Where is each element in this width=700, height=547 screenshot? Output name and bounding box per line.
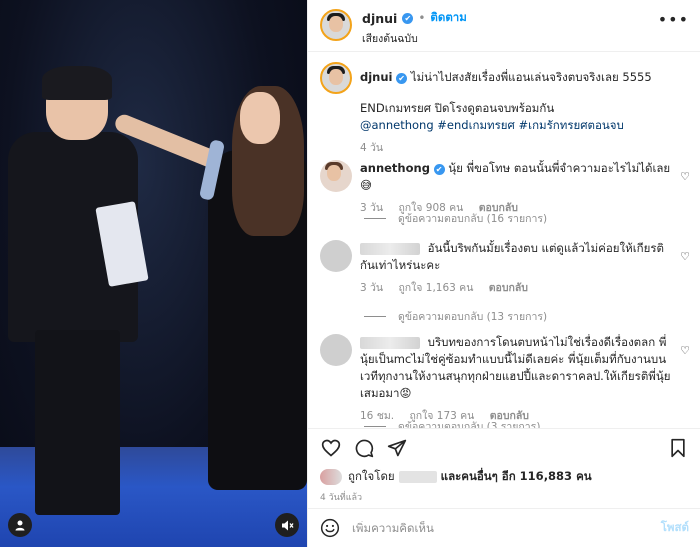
liked-by-count[interactable]: และคนอื่นๆ อีก 116,883 คน (441, 468, 592, 486)
commenter-avatar[interactable] (320, 334, 352, 366)
comment-button[interactable] (353, 437, 375, 459)
caption-line1: ไม่น่าไปสงสัยเรื่องพี่แอนเล่นจริงตบจริงเ… (410, 70, 652, 84)
view-replies-button[interactable]: ดูข้อความตอบกลับ (13 รายการ) (364, 308, 547, 325)
bookmark-icon (671, 438, 685, 458)
comment-time[interactable]: 3 วัน (360, 282, 383, 294)
post-panel: djnui ✔ • ติดตาม เสียงต้นฉบับ ••• djnui … (307, 0, 700, 547)
comment-likes[interactable]: ถูกใจ 1,163 คน (398, 282, 473, 294)
share-button[interactable] (386, 437, 408, 459)
caption-avatar[interactable] (320, 62, 352, 94)
verified-badge-icon: ✔ (433, 164, 445, 175)
commenter-avatar[interactable] (320, 240, 352, 272)
heart-icon: ♡ (680, 344, 690, 357)
comment-input[interactable] (352, 521, 661, 535)
commenter-username[interactable]: annethong (360, 161, 430, 175)
post-header: djnui ✔ • ติดตาม เสียงต้นฉบับ ••• (308, 0, 700, 52)
caption-line2: ENDเกมทรยศ ปิดโรงดูตอนจบพร้อมกัน (360, 101, 555, 115)
audio-label[interactable]: เสียงต้นฉบับ (362, 30, 467, 47)
blurred-username (360, 242, 420, 255)
follow-button[interactable]: ติดตาม (430, 9, 466, 27)
view-replies-button[interactable]: ดูข้อความตอบกลับ (16 รายการ) (364, 210, 547, 227)
woman-face (240, 92, 280, 144)
comment-like-button[interactable]: ♡ (680, 344, 690, 357)
man-legs (35, 330, 120, 515)
view-replies-label: ดูข้อความตอบกลับ (3 รายการ) (398, 421, 541, 428)
view-replies-label: ดูข้อความตอบกลับ (13 รายการ) (398, 311, 548, 323)
commenter-avatar[interactable] (320, 160, 352, 192)
caption-username[interactable]: djnui (360, 70, 393, 84)
author-username[interactable]: djnui (362, 11, 397, 26)
reply-button[interactable]: ตอบกลับ (489, 282, 528, 294)
caption-time[interactable]: 4 วัน (360, 142, 383, 154)
liker-avatars (320, 469, 342, 485)
divider (364, 218, 386, 219)
heart-icon: ♡ (680, 250, 690, 263)
comment-icon (355, 439, 374, 458)
heart-icon: ♡ (680, 170, 690, 183)
author-avatar[interactable] (320, 9, 352, 41)
person-icon (15, 520, 25, 531)
view-replies-button[interactable]: ดูข้อความตอบกลับ (3 รายการ) (364, 418, 540, 428)
heart-icon (321, 439, 341, 457)
separator: • (418, 11, 426, 25)
post-comment-button[interactable]: โพสต์ (661, 519, 689, 537)
caption-tags[interactable]: @annethong #endเกมทรยศ #เกมรักทรยศตอนจบ (360, 117, 690, 134)
liked-by[interactable]: ถูกใจโดย และคนอื่นๆ อีก 116,883 คน (320, 468, 592, 486)
emoji-button[interactable] (320, 518, 340, 538)
mute-button[interactable] (275, 513, 299, 537)
verified-badge-icon: ✔ (402, 12, 414, 24)
blurred-username (360, 336, 420, 349)
action-bar (308, 428, 700, 464)
author-info: djnui ✔ • ติดตาม เสียงต้นฉบับ (362, 9, 467, 47)
comment-like-button[interactable]: ♡ (680, 170, 690, 183)
view-replies-label: ดูข้อความตอบกลับ (16 รายการ) (398, 213, 548, 225)
smiley-icon (320, 518, 340, 538)
save-button[interactable] (667, 437, 689, 459)
more-options-button[interactable]: ••• (658, 10, 689, 29)
send-icon (387, 439, 407, 457)
liked-by-prefix: ถูกใจโดย (348, 469, 395, 483)
verified-badge-icon: ✔ (396, 73, 408, 84)
like-button[interactable] (320, 437, 342, 459)
comments-thread[interactable]: djnui ✔ ไม่น่าไปสงสัยเรื่องพี่แอนเล่นจริ… (308, 52, 700, 428)
post-age[interactable]: 4 วันที่แล้ว (320, 490, 362, 504)
speaker-muted-icon (281, 520, 294, 530)
divider (364, 316, 386, 317)
man-hair (42, 66, 112, 100)
add-comment-bar: โพสต์ (308, 508, 700, 547)
blurred-liker (398, 471, 437, 483)
tagged-people-button[interactable] (8, 513, 32, 537)
comment-like-button[interactable]: ♡ (680, 250, 690, 263)
post-media[interactable] (0, 0, 307, 547)
divider (364, 426, 386, 427)
more-horizontal-icon: ••• (657, 10, 689, 29)
